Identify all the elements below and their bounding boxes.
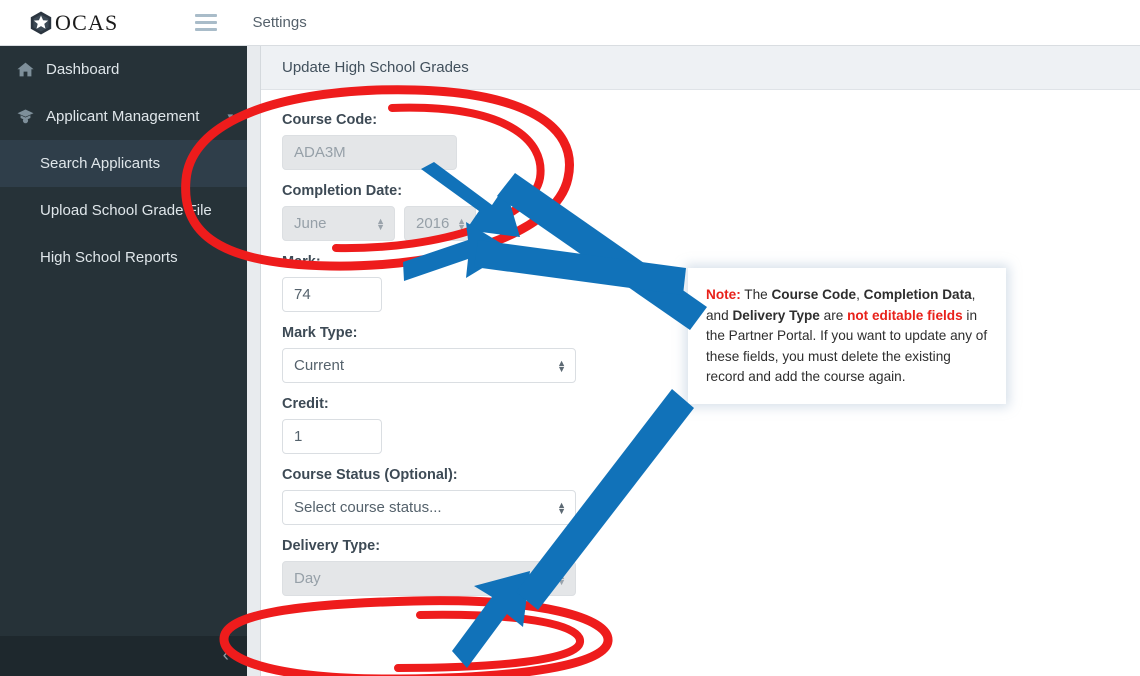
completion-year-value: 2016: [416, 215, 450, 232]
app-window: OCAS Settings Dashboard Applicant Managem…: [0, 0, 1140, 676]
sidebar-item-label: High School Reports: [40, 249, 178, 266]
mark-type-value: Current: [294, 357, 345, 374]
course-code-label: Course Code:: [282, 112, 378, 128]
note-bold-course-code: Course Code: [771, 287, 857, 302]
hamburger-bar: [194, 28, 217, 31]
field-course-status: Course Status (Optional): Select course …: [282, 467, 1140, 525]
graduate-user-icon: [14, 109, 36, 124]
field-course-code: Course Code: ADA3M: [282, 112, 1140, 170]
sidebar-item-label: Applicant Management: [46, 108, 200, 125]
spinner-arrows-icon: ▲ ▼: [376, 215, 385, 232]
credit-input[interactable]: 1: [282, 419, 382, 454]
sidebar-collapse-button[interactable]: ‹: [0, 636, 247, 676]
course-status-label: Course Status (Optional):: [282, 467, 458, 483]
note-prefix: Note:: [706, 287, 741, 302]
field-delivery-type: Delivery Type: Day ▲ ▼: [282, 538, 1140, 596]
sidebar-item-search-applicants[interactable]: Search Applicants: [0, 140, 247, 187]
sidebar-item-list: Dashboard Applicant Management ▾ Search App…: [0, 46, 247, 281]
course-code-input[interactable]: ADA3M: [282, 135, 457, 170]
chevron-down-icon: ▾: [227, 111, 233, 123]
home-icon: [14, 62, 36, 77]
sidebar-item-label: Search Applicants: [40, 155, 161, 172]
sidebar-item-dashboard[interactable]: Dashboard: [0, 46, 247, 93]
course-status-value: Select course status...: [294, 499, 442, 516]
note-bold-completion-data: Completion Data: [863, 287, 972, 302]
top-bar: OCAS Settings: [0, 0, 1140, 46]
delivery-type-select[interactable]: Day ▲ ▼: [282, 561, 576, 596]
completion-year-select[interactable]: 2016 ▲ ▼: [404, 206, 476, 241]
field-credit: Credit: 1: [282, 396, 1140, 454]
field-completion-date: Completion Date: June ▲ ▼ 2016 ▲ ▼: [282, 183, 1140, 241]
page-title: Update High School Grades: [282, 59, 469, 76]
completion-month-select[interactable]: June ▲ ▼: [282, 206, 395, 241]
note-text-4: are: [819, 307, 848, 323]
brand-logo[interactable]: OCAS: [30, 10, 119, 36]
mark-type-select[interactable]: Current ▲ ▼: [282, 348, 576, 383]
completion-date-row: June ▲ ▼ 2016 ▲ ▼: [282, 206, 1140, 241]
spinner-arrows-icon: ▲ ▼: [557, 570, 566, 587]
course-status-select[interactable]: Select course status... ▲ ▼: [282, 490, 576, 525]
note-red-not-editable: not editable fields: [847, 307, 963, 323]
delivery-type-value: Day: [294, 570, 321, 587]
hamburger-bar: [194, 21, 217, 24]
ocas-cube-star-logo-icon: [30, 11, 52, 34]
sidebar-item-high-school-reports[interactable]: High School Reports: [0, 234, 247, 281]
brand-name: OCAS: [55, 9, 119, 35]
completion-date-label: Completion Date:: [282, 183, 403, 199]
note-callout: Note: The Course Code, Completion Data, …: [688, 268, 1006, 404]
hamburger-menu-icon[interactable]: [194, 14, 217, 31]
panel-header: Update High School Grades: [261, 46, 1140, 90]
sidebar-item-upload-school-grade-file[interactable]: Upload School Grade File: [0, 187, 247, 234]
sidebar-item-label: Dashboard: [46, 61, 120, 78]
sidebar-nav: Dashboard Applicant Management ▾ Search App…: [0, 46, 247, 676]
page-scrollbar[interactable]: [247, 46, 261, 676]
delivery-type-label: Delivery Type:: [282, 538, 381, 554]
sidebar-item-applicant-management[interactable]: Applicant Management ▾: [0, 93, 247, 140]
spinner-arrows-icon: ▲ ▼: [557, 499, 566, 516]
spinner-arrows-icon: ▲ ▼: [557, 357, 566, 374]
sidebar-item-label: Upload School Grade File: [40, 202, 212, 219]
note-bold-delivery-type: Delivery Type: [732, 307, 820, 323]
mark-input[interactable]: 74: [282, 277, 382, 312]
note-text-2: ,: [856, 287, 864, 302]
spinner-arrows-icon: ▲ ▼: [457, 215, 466, 232]
hamburger-bar: [194, 14, 217, 17]
settings-link[interactable]: Settings: [253, 14, 307, 31]
completion-month-value: June: [294, 215, 327, 232]
chevron-left-icon: ‹: [222, 645, 229, 666]
note-text-1: The: [740, 287, 772, 302]
